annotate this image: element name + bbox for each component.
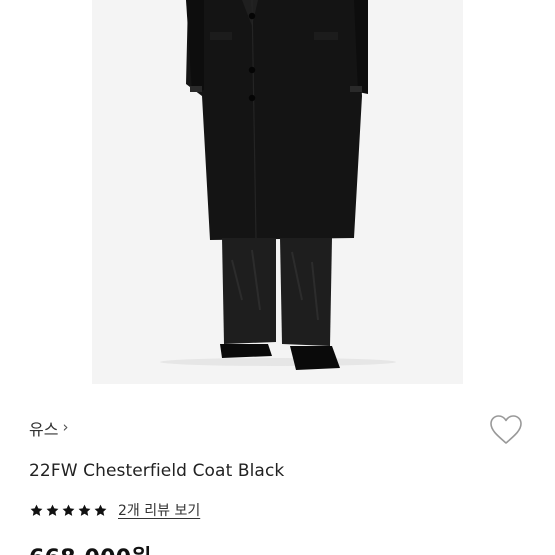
- chevron-right-icon: ›: [62, 418, 69, 436]
- star-icon: [78, 504, 91, 516]
- heart-outline-icon: [490, 415, 522, 444]
- star-icon: [30, 504, 43, 516]
- star-icon: [62, 504, 75, 516]
- rating-stars: [29, 503, 108, 518]
- product-detail-page: 유스 › 22FW Chesterfield Coat Black 2개 리뷰 …: [0, 0, 555, 555]
- product-image[interactable]: [92, 0, 463, 384]
- brand-link[interactable]: 유스 ›: [29, 416, 68, 440]
- brand-label: 유스: [29, 420, 59, 439]
- wishlist-button[interactable]: [488, 412, 524, 448]
- rating-row: 2개 리뷰 보기: [29, 500, 200, 520]
- view-reviews-link[interactable]: 2개 리뷰 보기: [118, 500, 200, 520]
- star-icon: [46, 504, 59, 516]
- product-title: 22FW Chesterfield Coat Black: [29, 461, 285, 481]
- product-price: 668,000원: [29, 540, 152, 555]
- star-icon: [94, 504, 107, 516]
